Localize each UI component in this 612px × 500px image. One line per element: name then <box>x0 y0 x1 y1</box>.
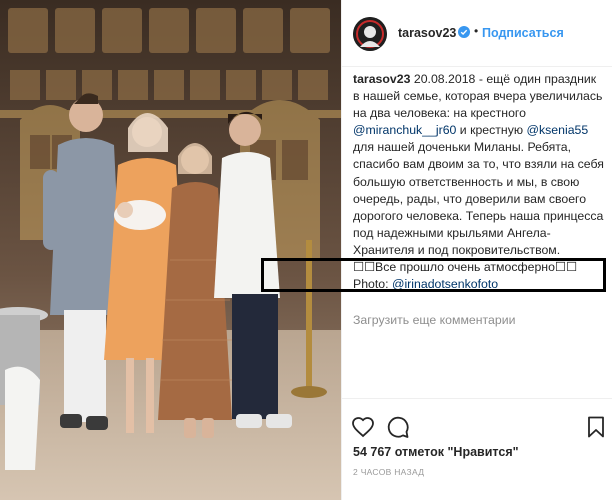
post-photo[interactable] <box>0 0 341 500</box>
avatar-image <box>353 17 387 51</box>
caption-text-2: и крестную <box>456 123 527 138</box>
church-baptism-photo <box>0 0 341 500</box>
likes-count[interactable]: 54 767 отметок "Нравится" <box>353 445 519 459</box>
post-author-username[interactable]: tarasov23 <box>398 26 456 40</box>
photo-credit-label: Photo: <box>353 277 392 292</box>
caption-text-3: для нашей доченьки Миланы. Ребята, спаси… <box>353 140 604 275</box>
bookmark-icon[interactable] <box>584 415 608 439</box>
post-timestamp[interactable]: 2 ЧАСОВ НАЗАД <box>353 467 424 477</box>
load-more-comments-link[interactable]: Загрузить еще комментарии <box>353 313 515 327</box>
heart-icon[interactable] <box>351 415 375 439</box>
mention-miranchuk[interactable]: @miranchuk__jr60 <box>353 123 456 137</box>
caption-username[interactable]: tarasov23 <box>353 72 410 86</box>
separator-dot: • <box>474 24 479 38</box>
post-header: tarasov23 • Подписаться <box>342 0 612 67</box>
post-caption: tarasov23 20.08.2018 - ещё один праздник… <box>353 71 605 293</box>
follow-button[interactable]: Подписаться <box>482 26 564 40</box>
post-side-panel: tarasov23 • Подписаться tarasov23 20.08.… <box>341 0 612 500</box>
mention-photographer[interactable]: @irinadotsenkofoto <box>392 277 498 291</box>
comment-icon[interactable] <box>386 415 410 439</box>
avatar[interactable] <box>353 17 387 51</box>
verified-badge-icon <box>458 26 470 38</box>
mention-ksenia55[interactable]: @ksenia55 <box>527 123 589 137</box>
